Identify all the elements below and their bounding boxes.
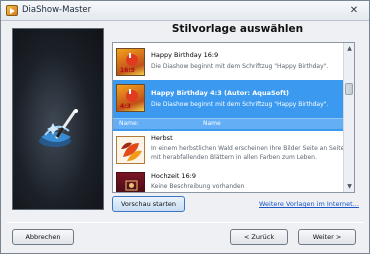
- template-description: Keine Beschreibung vorhanden: [151, 183, 245, 190]
- thumb-label: 4:3: [120, 103, 131, 110]
- detail-value: Name: [203, 120, 221, 127]
- template-thumbnail: [116, 136, 145, 164]
- scrollbar-thumb[interactable]: [345, 83, 353, 95]
- template-thumbnail: 4:3: [116, 84, 145, 112]
- template-item-herbst[interactable]: Herbst In einem herbstlichen Wald ersche…: [113, 131, 345, 168]
- wizard-sidebar-image: [12, 28, 104, 210]
- app-window: DiaShow-Master ✕ Stilvorlage auswählen 1…: [0, 0, 370, 254]
- magic-wand-icon: [39, 109, 78, 147]
- template-title: Hochzeit 16:9: [151, 172, 196, 180]
- template-title: Happy Birthday 16:9: [151, 51, 219, 59]
- app-icon: [6, 5, 18, 16]
- detail-label: Name:: [119, 120, 139, 127]
- more-templates-link[interactable]: Weitere Vorlagen im Internet...: [259, 200, 359, 208]
- scroll-down-icon[interactable]: ▼: [344, 181, 355, 192]
- template-description: Die Diashow beginnt mit dem Schriftzug "…: [151, 63, 329, 70]
- template-list[interactable]: 16:9 Happy Birthday 16:9 Die Diashow beg…: [112, 42, 355, 193]
- template-item-happy-birthday-16-9[interactable]: 16:9 Happy Birthday 16:9 Die Diashow beg…: [113, 44, 343, 80]
- preview-button[interactable]: Vorschau starten: [112, 196, 185, 212]
- page-title: Stilvorlage auswählen: [171, 23, 304, 35]
- list-scrollbar[interactable]: ▲ ▼: [343, 43, 354, 192]
- title-bar: DiaShow-Master ✕: [1, 1, 369, 21]
- template-thumbnail: [116, 172, 145, 192]
- thumb-label: 16:9: [120, 67, 135, 74]
- template-item-happy-birthday-4-3[interactable]: 4:3 Happy Birthday 4:3 (Autor: AquaSoft)…: [113, 80, 343, 131]
- template-item-hochzeit-16-9[interactable]: Hochzeit 16:9 Keine Beschreibung vorhand…: [113, 168, 343, 192]
- template-title: Herbst: [151, 134, 173, 142]
- template-thumbnail: 16:9: [116, 48, 145, 76]
- template-title: Happy Birthday 4:3 (Autor: AquaSoft): [151, 89, 290, 97]
- cancel-button[interactable]: Abbrechen: [12, 229, 74, 245]
- template-detail-row: Name: Name: [113, 118, 343, 129]
- close-icon[interactable]: ✕: [347, 4, 361, 17]
- window-title: DiaShow-Master: [22, 5, 92, 15]
- scroll-up-icon[interactable]: ▲: [344, 43, 355, 54]
- back-button[interactable]: < Zurück: [230, 229, 288, 245]
- footer-divider: [7, 222, 364, 223]
- template-description: Die Diashow beginnt mit dem Schriftzug "…: [151, 101, 329, 108]
- next-button[interactable]: Weiter >: [298, 229, 356, 245]
- template-description-line-2: mit herabfallenden Blättern in allen Far…: [151, 154, 317, 161]
- template-description-line-1: In einem herbstlichen Wald erscheinen Ih…: [151, 145, 345, 152]
